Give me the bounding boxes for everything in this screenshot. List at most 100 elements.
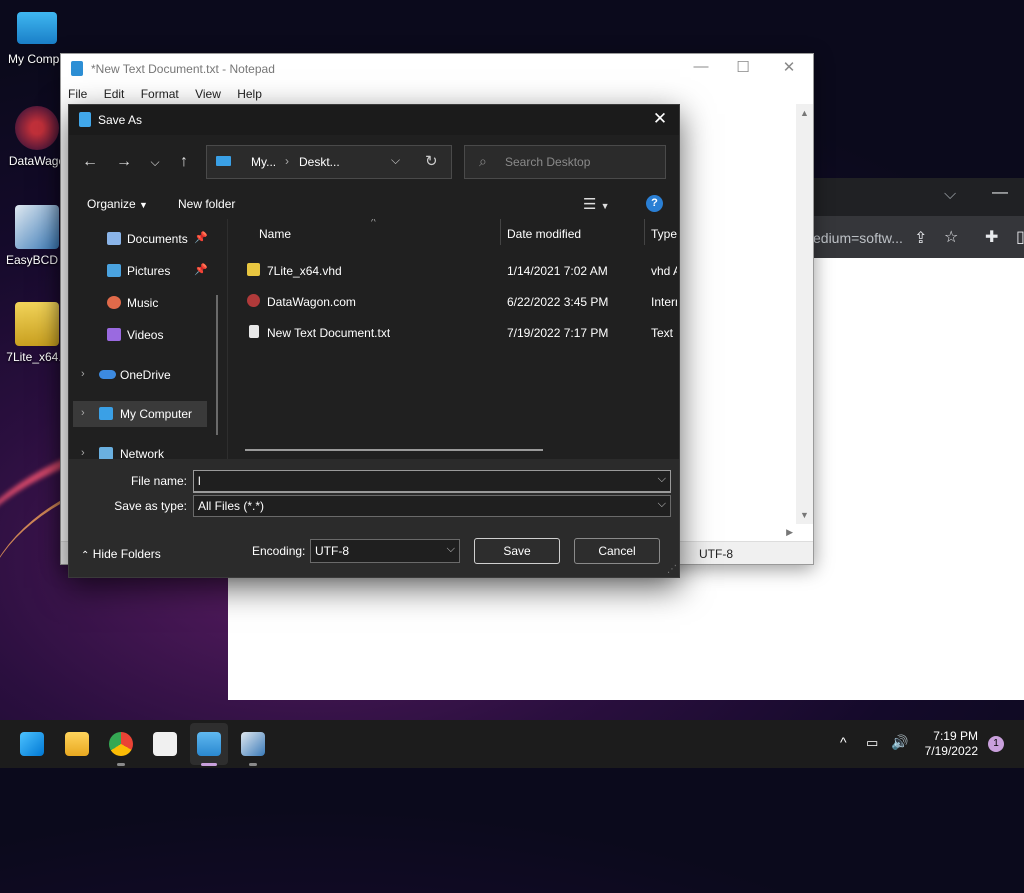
help-icon[interactable]: ? — [646, 195, 663, 212]
address-bar[interactable]: My... › Deskt... ⌵ ↻ — [206, 145, 452, 179]
minimize-icon[interactable]: — — [689, 58, 713, 75]
vhd-file-icon — [15, 302, 59, 346]
menu-view[interactable]: View — [195, 87, 221, 101]
close-icon[interactable]: ✕ — [777, 58, 801, 76]
view-list-icon: ☰ — [583, 196, 597, 213]
scroll-up-icon[interactable]: ▲ — [800, 108, 809, 118]
cancel-button[interactable]: Cancel — [574, 538, 660, 564]
file-name: New Text Document.txt — [267, 326, 391, 340]
address-segment-computer[interactable]: My... — [251, 155, 276, 169]
chevron-down-icon[interactable]: ⌵ — [944, 186, 956, 204]
easybcd-taskbar-icon[interactable] — [241, 732, 265, 756]
browser-url-fragment[interactable]: edium=softw... — [813, 230, 903, 246]
notepad-vertical-scrollbar[interactable]: ▲ ▼ — [796, 104, 813, 524]
navigation-pane: Documents 📌 Pictures 📌 Music Videos › On… — [69, 219, 219, 459]
show-hidden-icons-chevron-icon[interactable]: ^ — [840, 734, 847, 750]
expand-chevron-icon[interactable]: › — [81, 407, 85, 419]
nav-item-network[interactable]: › Network — [69, 441, 209, 459]
file-date: 6/22/2022 3:45 PM — [507, 295, 609, 309]
save-as-type-label: Save as type: — [114, 499, 187, 513]
save-as-dialog: Save As ✕ ← → ⌵ ↑ My... › Deskt... ⌵ ↻ ⌕… — [68, 104, 680, 578]
column-header-date-modified[interactable]: Date modified — [501, 219, 645, 245]
close-icon[interactable]: ✕ — [649, 109, 671, 129]
file-list: ^ Name Date modified Type 7Lite_x64.vhd … — [229, 219, 677, 459]
extensions-icon[interactable]: ✚ — [985, 227, 998, 247]
up-arrow-icon[interactable]: ↑ — [173, 153, 195, 171]
file-name-input[interactable]: l ⌵ — [193, 470, 671, 493]
status-encoding: UTF-8 — [699, 547, 733, 561]
sidebar-icon[interactable]: ▯ — [1016, 227, 1024, 247]
column-header-label: Date modified — [507, 227, 582, 241]
clock-date: 7/19/2022 — [924, 744, 978, 758]
column-header-label: Type — [651, 227, 677, 241]
organize-button[interactable]: Organize ▼ — [87, 197, 148, 211]
bookmark-star-icon[interactable]: ☆ — [944, 227, 958, 247]
nav-item-pictures[interactable]: Pictures 📌 — [69, 258, 209, 284]
file-list-horizontal-scrollbar[interactable] — [245, 449, 543, 451]
file-row[interactable]: DataWagon.com 6/22/2022 3:45 PM Intern — [229, 287, 677, 313]
chevron-down-icon[interactable]: ⌵ — [391, 153, 400, 168]
recent-locations-chevron-icon[interactable]: ⌵ — [144, 155, 166, 170]
menu-help[interactable]: Help — [237, 87, 262, 101]
encoding-select[interactable]: UTF-8 ⌵ — [310, 539, 460, 563]
running-indicator — [117, 763, 125, 766]
new-folder-button[interactable]: New folder — [178, 197, 235, 211]
nav-item-music[interactable]: Music — [69, 290, 209, 316]
nav-item-my-computer[interactable]: › My Computer — [73, 401, 207, 427]
notepad-taskbar-icon[interactable] — [197, 732, 221, 756]
forward-arrow-icon[interactable]: → — [113, 153, 135, 171]
nav-item-label: Videos — [127, 328, 164, 342]
file-name: 7Lite_x64.vhd — [267, 264, 342, 278]
column-header-type[interactable]: Type — [645, 219, 677, 245]
search-box[interactable]: ⌕ Search Desktop — [464, 145, 666, 179]
nav-item-videos[interactable]: Videos — [69, 322, 209, 348]
nav-item-documents[interactable]: Documents 📌 — [69, 226, 209, 252]
scroll-down-icon[interactable]: ▼ — [800, 510, 809, 520]
running-indicator — [249, 763, 257, 766]
save-button[interactable]: Save — [474, 538, 560, 564]
active-indicator — [201, 763, 217, 766]
chevron-down-icon[interactable]: ⌵ — [658, 473, 666, 486]
chrome-icon[interactable] — [109, 732, 133, 756]
scroll-right-icon[interactable]: ▶ — [786, 527, 793, 538]
resize-grip-icon[interactable]: ⋰ — [667, 564, 677, 575]
notepad-icon — [79, 112, 91, 127]
chevron-down-icon: ⌵ — [657, 498, 666, 510]
datawagon-file-icon — [247, 294, 260, 307]
notification-badge[interactable]: 1 — [988, 736, 1004, 752]
file-row[interactable]: New Text Document.txt 7/19/2022 7:17 PM … — [229, 318, 677, 344]
file-date: 7/19/2022 7:17 PM — [507, 326, 609, 340]
notepad-title: *New Text Document.txt - Notepad — [91, 62, 275, 76]
file-explorer-icon[interactable] — [65, 732, 89, 756]
pane-divider[interactable] — [227, 219, 228, 459]
network-icon — [99, 447, 113, 459]
save-as-type-select[interactable]: All Files (*.*) ⌵ — [193, 495, 671, 517]
minimize-icon[interactable]: — — [992, 184, 1008, 202]
notepad-menubar: File Edit Format View Help — [61, 84, 813, 104]
menu-file[interactable]: File — [68, 87, 87, 101]
nav-item-onedrive[interactable]: › OneDrive — [69, 362, 209, 388]
network-icon[interactable]: ▭ — [866, 735, 878, 751]
maximize-icon[interactable]: ☐ — [731, 58, 755, 76]
column-header-label: Name — [259, 227, 292, 241]
dialog-titlebar: Save As ✕ — [69, 105, 679, 135]
menu-edit[interactable]: Edit — [104, 87, 125, 101]
expand-chevron-icon[interactable]: › — [81, 368, 85, 380]
share-icon[interactable]: ⇪ — [914, 228, 927, 248]
back-arrow-icon[interactable]: ← — [79, 153, 101, 171]
file-row[interactable]: 7Lite_x64.vhd 1/14/2021 7:02 AM vhd A — [229, 256, 677, 282]
hide-folders-button[interactable]: ⌃ Hide Folders — [81, 547, 161, 561]
clock[interactable]: 7:19 PM 7/19/2022 — [922, 729, 978, 759]
pin-icon: 📌 — [194, 264, 208, 276]
expand-chevron-icon[interactable]: › — [81, 447, 85, 459]
column-header-name[interactable]: ^ Name — [229, 219, 501, 245]
navigation-pane-scrollbar[interactable] — [216, 295, 218, 435]
7zip-icon[interactable] — [153, 732, 177, 756]
address-segment-desktop[interactable]: Deskt... — [299, 155, 340, 169]
start-windows-icon[interactable] — [20, 732, 44, 756]
save-as-type-value: All Files (*.*) — [198, 499, 265, 513]
volume-icon[interactable]: 🔊 — [891, 734, 908, 751]
refresh-icon[interactable]: ↻ — [425, 152, 438, 170]
menu-format[interactable]: Format — [141, 87, 179, 101]
view-options-button[interactable]: ☰ ▼ — [583, 195, 610, 213]
